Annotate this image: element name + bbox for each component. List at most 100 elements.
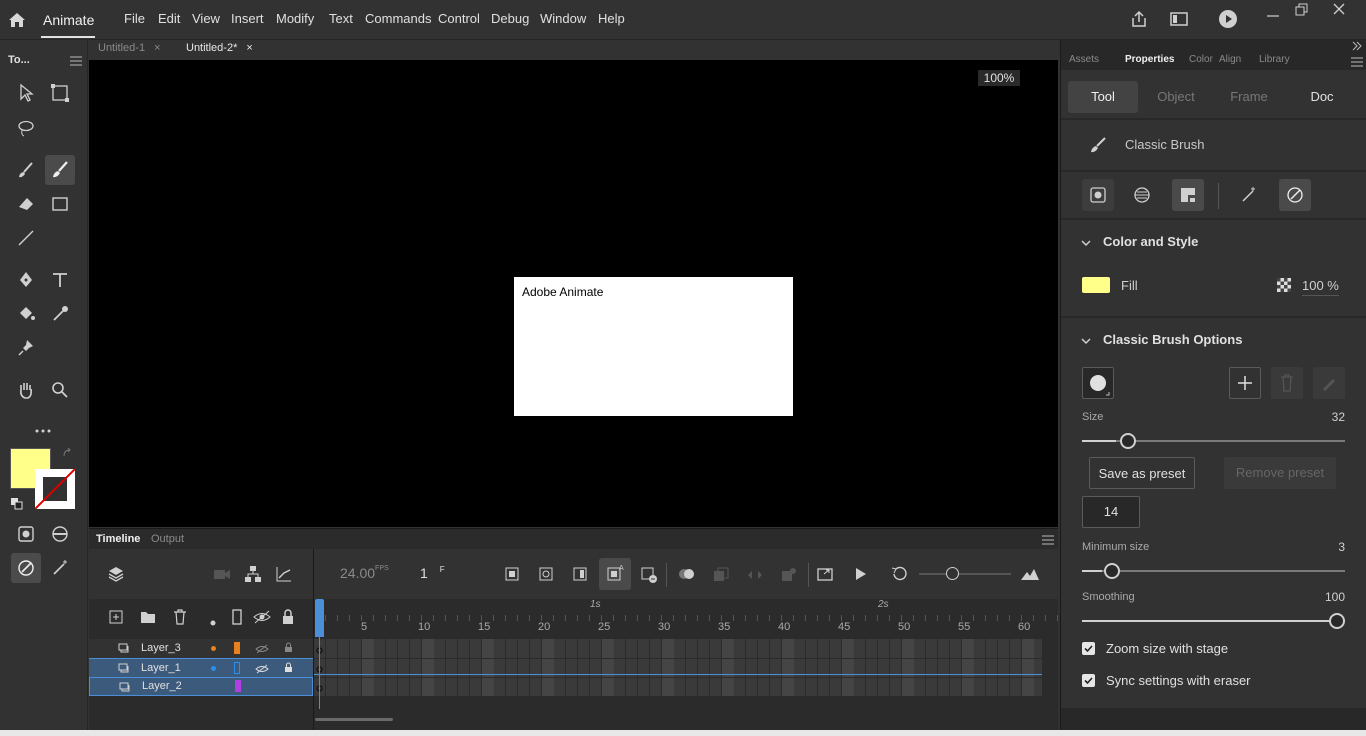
eyedropper-tool[interactable] [45, 299, 75, 329]
layer-highlight-dot[interactable] [211, 646, 216, 651]
menu-modify[interactable]: Modify [276, 11, 314, 26]
canvas-text[interactable]: Adobe Animate [522, 285, 603, 299]
create-tween-icon[interactable] [747, 567, 763, 586]
sub-tab-object[interactable]: Object [1141, 81, 1211, 113]
text-tool[interactable] [45, 265, 75, 295]
delete-layer-icon[interactable] [173, 609, 187, 628]
min-size-value[interactable]: 3 [1321, 540, 1345, 554]
restore-icon[interactable] [1295, 3, 1309, 17]
tab-output[interactable]: Output [151, 533, 184, 545]
panel-collapse-icon[interactable] [1351, 40, 1363, 52]
sub-tab-tool[interactable]: Tool [1068, 81, 1138, 113]
stage[interactable]: 100% Adobe Animate [89, 60, 1058, 527]
layer-row-layer-1[interactable]: Layer_1 [89, 658, 313, 677]
zoom-size-label[interactable]: Zoom size with stage [1106, 641, 1228, 656]
sub-tab-doc[interactable]: Doc [1287, 81, 1357, 113]
paint-brush-tool[interactable] [11, 155, 41, 185]
pressure-icon[interactable] [1279, 179, 1311, 211]
smoothing-wand-icon[interactable] [1233, 179, 1265, 211]
frame-ruler[interactable]: 1s 2s 5 10 15 20 25 30 35 40 45 50 55 60 [314, 599, 1058, 637]
layer-visibility-icon[interactable] [255, 663, 269, 674]
layer-name[interactable]: Layer_3 [141, 642, 181, 654]
menu-text[interactable]: Text [329, 11, 353, 26]
brush-shape-button[interactable] [1082, 367, 1114, 399]
menu-control[interactable]: Control [438, 11, 480, 26]
add-brush-button[interactable] [1229, 367, 1261, 399]
layer-row-layer-2[interactable]: Layer_2 [89, 677, 313, 696]
free-transform-tool[interactable] [45, 78, 75, 108]
menu-commands[interactable]: Commands [365, 11, 431, 26]
save-as-preset-button[interactable]: Save as preset [1089, 457, 1195, 489]
layer-name[interactable]: Layer_2 [142, 680, 182, 692]
camera-icon[interactable] [213, 567, 231, 584]
selection-tool[interactable] [11, 78, 41, 108]
playhead[interactable] [315, 599, 324, 637]
hand-tool[interactable] [11, 375, 41, 405]
layer-lock-icon[interactable] [284, 662, 293, 673]
brush-mode-icon[interactable] [45, 519, 75, 549]
default-colors-icon[interactable] [11, 498, 23, 510]
swap-colors-icon[interactable] [62, 447, 74, 460]
pen-tool[interactable] [11, 265, 41, 295]
close-tab-icon[interactable]: × [246, 42, 252, 54]
insert-keyframe-icon[interactable] [505, 567, 519, 584]
new-layer-icon[interactable] [109, 610, 123, 627]
parenting-icon[interactable] [244, 565, 262, 586]
zoom-size-checkbox[interactable] [1082, 642, 1095, 655]
tab-timeline[interactable]: Timeline [96, 533, 140, 545]
close-icon[interactable] [1332, 2, 1346, 16]
workspace-icon[interactable] [1169, 9, 1189, 29]
menu-debug[interactable]: Debug [491, 11, 529, 26]
smoothing-value[interactable]: 100 [1315, 590, 1345, 604]
remove-preset-button[interactable]: Remove preset [1224, 457, 1336, 489]
zoom-tool[interactable] [45, 375, 75, 405]
lock-fill-icon[interactable] [1172, 179, 1204, 211]
menu-file[interactable]: File [124, 11, 145, 26]
rewind-icon[interactable] [890, 566, 908, 585]
timeline-menu-icon[interactable] [1042, 534, 1054, 545]
sync-eraser-checkbox[interactable] [1082, 674, 1095, 687]
props-menu-icon[interactable] [1351, 56, 1363, 67]
brush-mode-icon[interactable] [1126, 179, 1158, 211]
alpha-value[interactable]: 100 % [1302, 278, 1339, 296]
layer-highlight-dot[interactable] [211, 666, 216, 671]
onion-skin-icon[interactable] [678, 567, 696, 584]
layer-color-swatch[interactable] [235, 680, 241, 692]
tab-properties[interactable]: Properties [1125, 54, 1174, 65]
layers-icon[interactable] [107, 565, 125, 586]
auto-keyframe-icon[interactable]: A [599, 558, 631, 590]
insert-blank-keyframe-icon[interactable] [539, 567, 553, 584]
layer-name[interactable]: Layer_1 [141, 662, 181, 674]
lasso-tool[interactable] [11, 113, 41, 143]
graph-icon[interactable] [275, 565, 293, 586]
chevron-down-icon[interactable] [1081, 236, 1091, 247]
frame-value[interactable]: 1 F [420, 565, 445, 581]
min-size-slider-knob[interactable] [1104, 563, 1120, 579]
layer-visibility-icon[interactable] [255, 643, 269, 654]
frame-zoom-slider[interactable] [919, 573, 1011, 575]
chevron-down-icon[interactable] [1081, 334, 1091, 345]
clear-keyframe-icon[interactable] [641, 567, 657, 586]
layer-row-layer-3[interactable]: Layer_3 [89, 639, 313, 658]
smoothing-slider-track[interactable] [1082, 620, 1345, 622]
eraser-tool[interactable] [11, 189, 41, 219]
brush-options-title[interactable]: Classic Brush Options [1103, 332, 1242, 347]
zoom-level[interactable]: 100% [978, 70, 1020, 86]
play-icon[interactable] [853, 566, 869, 585]
home-icon[interactable] [7, 10, 27, 30]
visibility-icon[interactable] [253, 610, 271, 627]
menu-insert[interactable]: Insert [231, 11, 264, 26]
menu-window[interactable]: Window [540, 11, 586, 26]
pin-tool[interactable] [11, 333, 41, 363]
frame-zoom-knob[interactable] [946, 567, 959, 580]
color-style-title[interactable]: Color and Style [1103, 234, 1198, 249]
min-size-slider-track[interactable] [1082, 570, 1345, 572]
close-tab-icon[interactable]: × [154, 42, 160, 54]
menu-edit[interactable]: Edit [158, 11, 180, 26]
smoothing-slider-knob[interactable] [1329, 613, 1345, 629]
timeline-zoom-icon[interactable] [1020, 567, 1040, 584]
size-value[interactable]: 32 [1321, 410, 1345, 424]
edit-brush-button[interactable] [1313, 367, 1345, 399]
motion-tween-icon[interactable] [781, 567, 797, 586]
edit-multiple-frames-icon[interactable] [713, 567, 729, 586]
